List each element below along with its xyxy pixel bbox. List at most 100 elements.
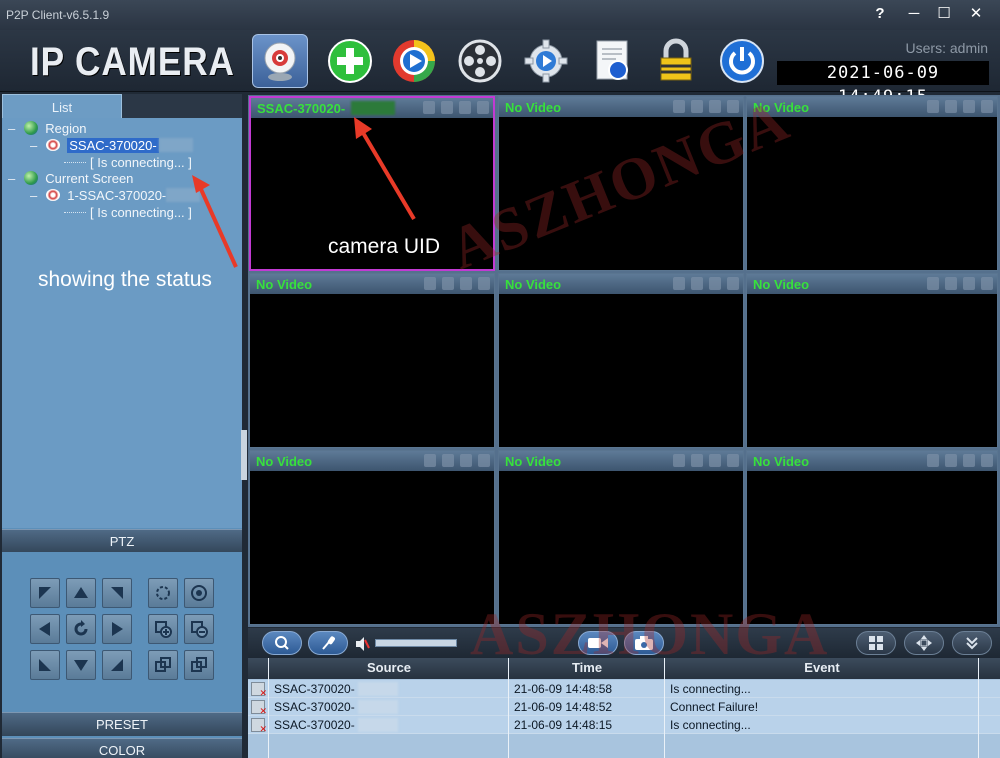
- wrench-icon[interactable]: [673, 277, 685, 290]
- color-section-header[interactable]: COLOR: [2, 738, 242, 758]
- speaker-icon[interactable]: [691, 100, 703, 113]
- video-cell-6[interactable]: No Video: [746, 273, 998, 448]
- wrench-icon[interactable]: [673, 454, 685, 467]
- panel-collapse-handle[interactable]: [241, 430, 247, 480]
- speaker-icon[interactable]: [691, 277, 703, 290]
- tree-node-region-device[interactable]: – SSAC-370020-: [30, 138, 193, 153]
- snapshot-button[interactable]: [624, 631, 664, 655]
- zoom-out-button[interactable]: [184, 614, 214, 644]
- record-icon[interactable]: [981, 100, 993, 113]
- zoom-button[interactable]: [262, 631, 302, 655]
- fullscreen-button[interactable]: [904, 631, 944, 655]
- wrench-icon[interactable]: [424, 277, 436, 290]
- talk-button[interactable]: [308, 631, 348, 655]
- collapse-toggle[interactable]: –: [30, 188, 42, 203]
- collapse-toggle[interactable]: –: [30, 138, 42, 153]
- table-row[interactable]: SSAC-370020- 21-06-09 14:48:52 Connect F…: [248, 698, 1000, 717]
- ptz-section-header[interactable]: PTZ: [2, 529, 242, 553]
- mic-icon[interactable]: [963, 100, 975, 113]
- tab-list[interactable]: List: [2, 94, 122, 118]
- help-button[interactable]: ?: [866, 3, 894, 25]
- ptz-up-right-button[interactable]: [102, 578, 132, 608]
- record-video-button[interactable]: [578, 631, 618, 655]
- video-cell-3[interactable]: No Video: [746, 96, 998, 271]
- record-icon[interactable]: [727, 454, 739, 467]
- ptz-up-button[interactable]: [66, 578, 96, 608]
- column-header-event[interactable]: Event: [666, 660, 978, 675]
- mic-icon[interactable]: [709, 454, 721, 467]
- add-icon: [328, 39, 372, 83]
- ptz-up-left-button[interactable]: [30, 578, 60, 608]
- settings-button[interactable]: [518, 34, 574, 88]
- mic-icon[interactable]: [459, 101, 471, 114]
- video-cell-2[interactable]: No Video: [498, 96, 744, 271]
- iris-button[interactable]: [184, 578, 214, 608]
- video-cell-7[interactable]: No Video: [249, 450, 495, 625]
- expand-log-button[interactable]: [952, 631, 992, 655]
- video-cell-5[interactable]: No Video: [498, 273, 744, 448]
- ptz-down-left-button[interactable]: [30, 650, 60, 680]
- lock-button[interactable]: [648, 34, 704, 88]
- ptz-right-button[interactable]: [102, 614, 132, 644]
- mic-icon[interactable]: [963, 277, 975, 290]
- minimize-button[interactable]: ─: [900, 3, 928, 25]
- maximize-button[interactable]: ☐: [930, 3, 958, 25]
- speaker-icon[interactable]: [945, 277, 957, 290]
- speaker-icon[interactable]: [945, 100, 957, 113]
- record-icon[interactable]: [981, 277, 993, 290]
- camera-view-button[interactable]: [252, 34, 308, 88]
- video-cell-8[interactable]: No Video: [498, 450, 744, 625]
- playback-button[interactable]: [386, 34, 442, 88]
- speaker-icon[interactable]: [691, 454, 703, 467]
- power-button[interactable]: [714, 34, 770, 88]
- tree-node-screen-device[interactable]: – 1-SSAC-370020-: [30, 188, 201, 203]
- focus-near-button[interactable]: [148, 578, 178, 608]
- mic-icon[interactable]: [709, 277, 721, 290]
- mic-icon[interactable]: [963, 454, 975, 467]
- record-button[interactable]: [452, 34, 508, 88]
- record-icon[interactable]: [477, 101, 489, 114]
- tree-node-current-screen[interactable]: – Current Screen: [8, 171, 133, 186]
- grid-layout-button[interactable]: [856, 631, 896, 655]
- speaker-icon[interactable]: [442, 277, 454, 290]
- collapse-toggle[interactable]: –: [8, 121, 20, 136]
- tree-node-region[interactable]: – Region: [8, 121, 86, 136]
- wrench-icon[interactable]: [927, 277, 939, 290]
- table-row[interactable]: SSAC-370020- 21-06-09 14:48:58 Is connec…: [248, 680, 1000, 699]
- window-tile-button[interactable]: [184, 650, 214, 680]
- ptz-down-right-button[interactable]: [102, 650, 132, 680]
- speaker-mute-icon[interactable]: [354, 636, 370, 652]
- wrench-icon[interactable]: [423, 101, 435, 114]
- video-cell-9[interactable]: No Video: [746, 450, 998, 625]
- log-button[interactable]: [584, 34, 640, 88]
- column-header-source[interactable]: Source: [270, 660, 508, 675]
- close-button[interactable]: ✕: [962, 3, 990, 25]
- wrench-icon[interactable]: [927, 100, 939, 113]
- record-icon[interactable]: [478, 454, 490, 467]
- record-icon[interactable]: [981, 454, 993, 467]
- ptz-left-button[interactable]: [30, 614, 60, 644]
- zoom-in-button[interactable]: [148, 614, 178, 644]
- mic-icon[interactable]: [460, 454, 472, 467]
- ptz-down-button[interactable]: [66, 650, 96, 680]
- collapse-toggle[interactable]: –: [8, 171, 20, 186]
- record-icon[interactable]: [478, 277, 490, 290]
- video-cell-4[interactable]: No Video: [249, 273, 495, 448]
- add-device-button[interactable]: [322, 34, 378, 88]
- wrench-icon[interactable]: [673, 100, 685, 113]
- record-icon[interactable]: [727, 277, 739, 290]
- column-header-time[interactable]: Time: [510, 660, 664, 675]
- speaker-icon[interactable]: [442, 454, 454, 467]
- wrench-icon[interactable]: [927, 454, 939, 467]
- wrench-icon[interactable]: [424, 454, 436, 467]
- speaker-icon[interactable]: [441, 101, 453, 114]
- mic-icon[interactable]: [709, 100, 721, 113]
- mic-icon[interactable]: [460, 277, 472, 290]
- ptz-auto-button[interactable]: [66, 614, 96, 644]
- preset-section-header[interactable]: PRESET: [2, 712, 242, 736]
- volume-slider[interactable]: [375, 639, 457, 647]
- window-restore-button[interactable]: [148, 650, 178, 680]
- record-icon[interactable]: [727, 100, 739, 113]
- speaker-icon[interactable]: [945, 454, 957, 467]
- table-row[interactable]: SSAC-370020- 21-06-09 14:48:15 Is connec…: [248, 716, 1000, 735]
